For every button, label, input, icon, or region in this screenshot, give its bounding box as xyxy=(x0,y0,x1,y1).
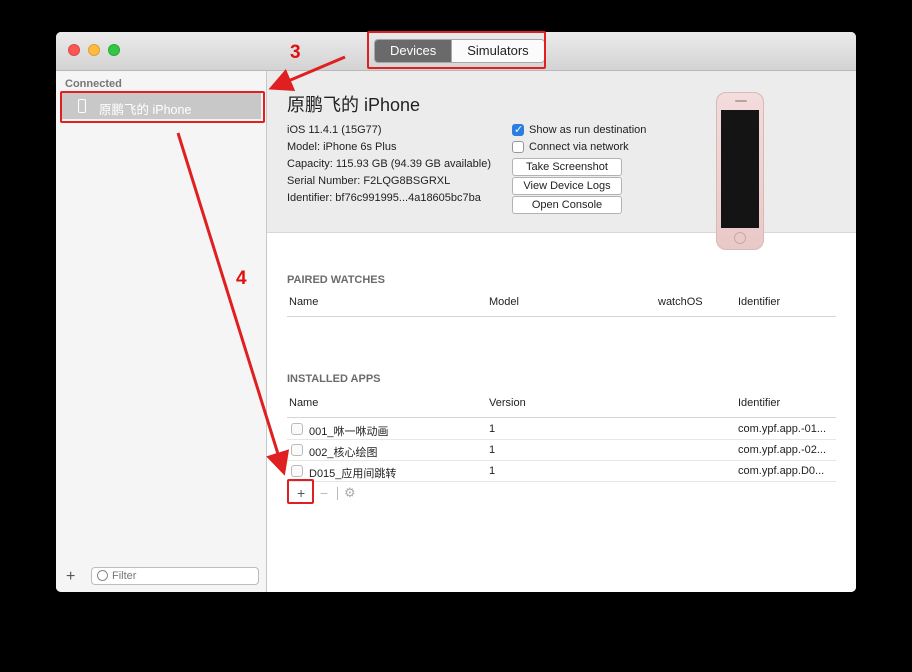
arrow-to-add xyxy=(176,132,290,476)
arrow-to-device xyxy=(268,55,346,92)
annotation-arrows xyxy=(176,55,346,476)
